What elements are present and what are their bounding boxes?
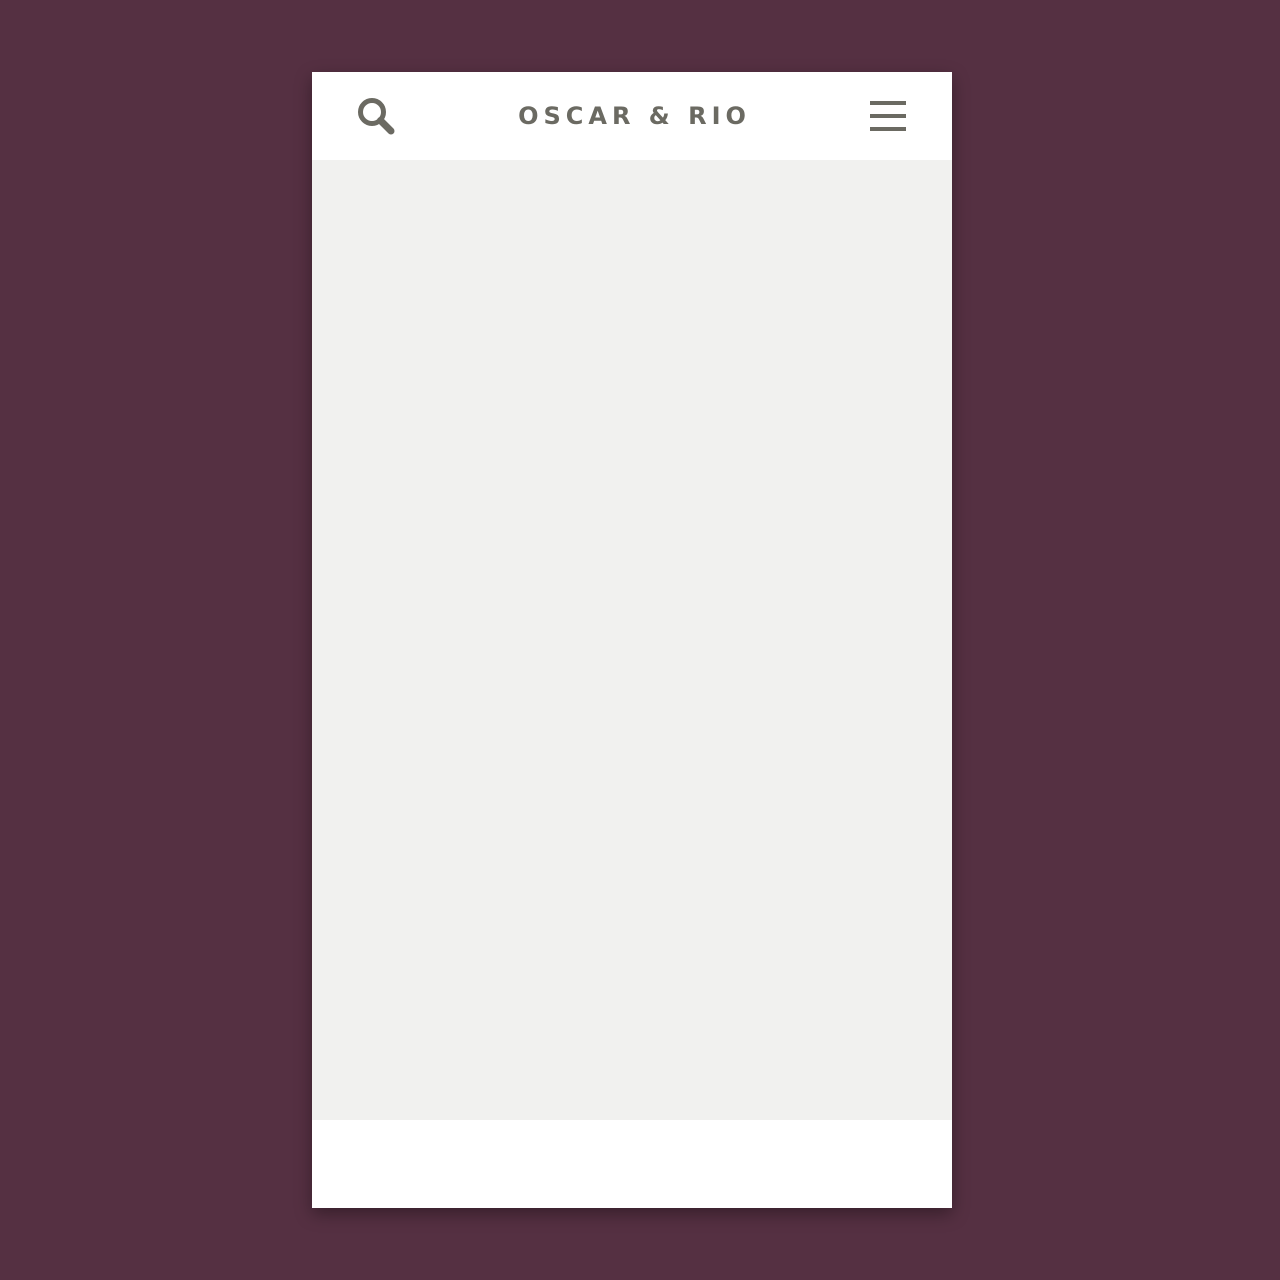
site-header: OSCAR & RIO (312, 72, 952, 160)
search-icon (358, 98, 395, 135)
menu-button[interactable] (866, 98, 908, 134)
footer-area (312, 1120, 952, 1208)
mobile-frame: OSCAR & RIO (312, 72, 952, 1208)
content-placeholder (312, 160, 952, 1120)
brand-logo[interactable]: OSCAR & RIO (472, 98, 792, 134)
search-button[interactable] (356, 96, 400, 140)
